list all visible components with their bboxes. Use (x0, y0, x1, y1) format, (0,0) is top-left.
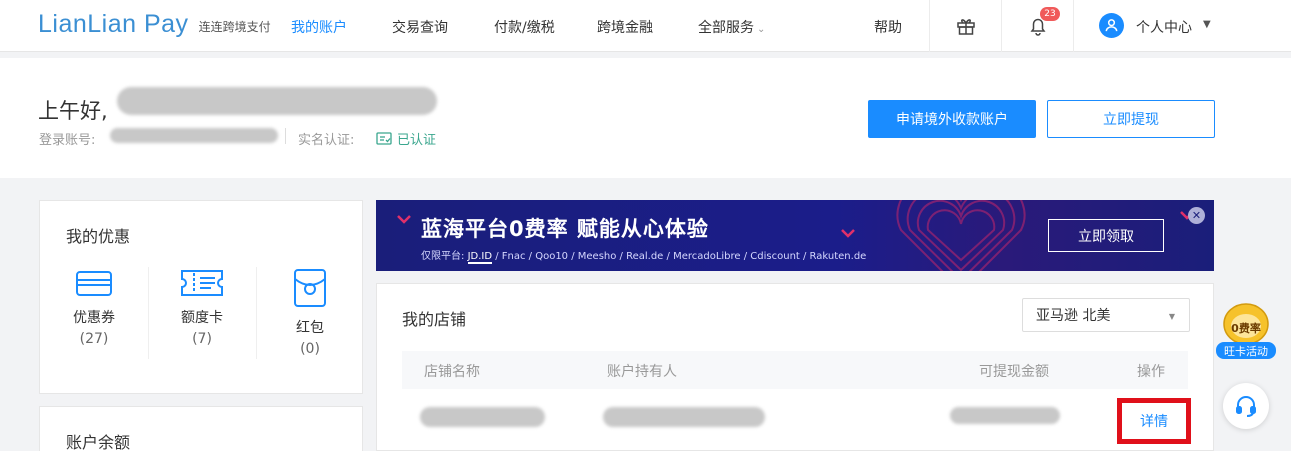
greeting-text: 上午好, (38, 99, 108, 123)
promo-banner[interactable]: 蓝海平台0费率 赋能从心体验 仅限平台: JD.ID / Fnac / Qoo1… (376, 200, 1214, 271)
offer-count: (0) (300, 341, 320, 357)
details-link[interactable]: 详情 (1117, 398, 1191, 444)
offer-label: 优惠券 (73, 310, 115, 326)
column-header: 操作 (1137, 364, 1165, 380)
nav-divider (1073, 0, 1074, 52)
offer-quota-cards[interactable]: 额度卡 (7) (148, 267, 256, 347)
column-header: 可提现金额 (979, 364, 1049, 380)
top-nav: LianLian Pay 连连跨境支付 我的账户 交易查询 付款/缴税 跨境金融… (0, 0, 1291, 52)
nav-my-account[interactable]: 我的账户 (291, 17, 347, 37)
logo[interactable]: LianLian Pay 连连跨境支付 (38, 10, 271, 39)
balance-title: 账户余额 (66, 433, 131, 451)
id-card-icon (376, 132, 392, 145)
nav-transactions[interactable]: 交易查询 (392, 17, 448, 37)
nav-payment-tax[interactable]: 付款/缴税 (494, 17, 555, 37)
notification-badge: 23 (1040, 7, 1060, 21)
logo-text: LianLian Pay (38, 10, 189, 38)
promo-zero-fee: 0费率 (1231, 322, 1261, 335)
user-center-menu[interactable]: 个人中心 (1136, 17, 1192, 37)
nav-help[interactable]: 帮助 (874, 17, 902, 37)
offer-red-envelopes[interactable]: 红包 (0) (256, 267, 364, 357)
chevron-down-icon (841, 229, 855, 238)
redacted-store-name (420, 407, 545, 427)
red-envelope-icon (294, 269, 326, 307)
offer-label: 红包 (296, 320, 324, 336)
nav-all-services[interactable]: 全部服务 ⌄ (698, 17, 765, 37)
offer-count: (7) (192, 331, 212, 347)
logo-subtitle: 连连跨境支付 (198, 20, 271, 34)
user-avatar-icon[interactable] (1099, 13, 1124, 38)
chevron-down-icon (397, 215, 411, 224)
promo-label: 旺卡活动 (1224, 345, 1268, 358)
card-icon (76, 271, 112, 296)
caret-down-icon[interactable]: ▼ (1203, 19, 1211, 30)
banner-platforms: 仅限平台: JD.ID / Fnac / Qoo10 / Meesho / Re… (421, 247, 867, 264)
nav-divider (1001, 0, 1002, 52)
platform-select-value: 亚马逊 北美 (1036, 308, 1111, 324)
apply-overseas-account-button[interactable]: 申请境外收款账户 (868, 100, 1036, 138)
banner-platforms-prefix: 仅限平台: (421, 251, 468, 262)
heart-graphic (896, 200, 1026, 271)
offer-coupons[interactable]: 优惠券 (27) (40, 267, 148, 347)
withdraw-now-button[interactable]: 立即提现 (1047, 100, 1215, 138)
table-header: 店铺名称 账户持有人 可提现金额 操作 (402, 351, 1188, 389)
offers-title: 我的优惠 (66, 227, 131, 246)
verified-status: 已认证 (376, 129, 436, 148)
column-header: 账户持有人 (607, 364, 677, 380)
column-header: 店铺名称 (424, 364, 480, 380)
nav-divider (929, 0, 930, 52)
banner-platforms-list: / Fnac / Qoo10 / Meesho / Real.de / Merc… (492, 251, 867, 262)
offer-label: 额度卡 (181, 310, 223, 326)
account-label: 登录账号: (39, 133, 96, 148)
verify-label: 实名认证: (298, 133, 355, 148)
stores-title: 我的店铺 (402, 310, 467, 329)
close-icon[interactable]: ✕ (1188, 207, 1205, 224)
stores-card: 我的店铺 亚马逊 北美 ▼ 店铺名称 账户持有人 可提现金额 操作 详情 (376, 283, 1214, 451)
redacted-holder (603, 407, 765, 427)
chevron-down-icon: ⌄ (757, 24, 766, 35)
verified-text: 已认证 (397, 133, 437, 148)
nav-cross-border-finance[interactable]: 跨境金融 (597, 17, 653, 37)
banner-platforms-highlight: JD.ID (467, 251, 493, 264)
caret-down-icon: ▼ (1168, 312, 1175, 321)
customer-support-button[interactable] (1223, 383, 1269, 429)
platform-select[interactable]: 亚马逊 北美 ▼ (1022, 298, 1190, 332)
offers-card: 我的优惠 优惠券 (27) 额度卡 (7) 红包 (0) (39, 200, 363, 394)
ticket-icon (181, 270, 223, 296)
divider (285, 128, 286, 144)
offer-count: (27) (79, 331, 109, 347)
redacted-amount (950, 407, 1060, 424)
redacted-username (117, 87, 437, 115)
wangka-promo-badge[interactable]: 0费率 旺卡活动 (1214, 302, 1278, 360)
claim-now-button[interactable]: 立即领取 (1048, 219, 1164, 252)
banner-title: 蓝海平台0费率 赋能从心体验 (421, 217, 709, 241)
nav-all-services-label: 全部服务 (698, 20, 754, 36)
headset-icon (1236, 396, 1256, 417)
balance-card: 账户余额 (39, 406, 363, 451)
gift-icon[interactable] (954, 14, 978, 38)
redacted-account (110, 128, 278, 143)
greeting-panel: 上午好, 登录账号: 实名认证: 已认证 申请境外收款账户 立即提现 (0, 58, 1291, 178)
